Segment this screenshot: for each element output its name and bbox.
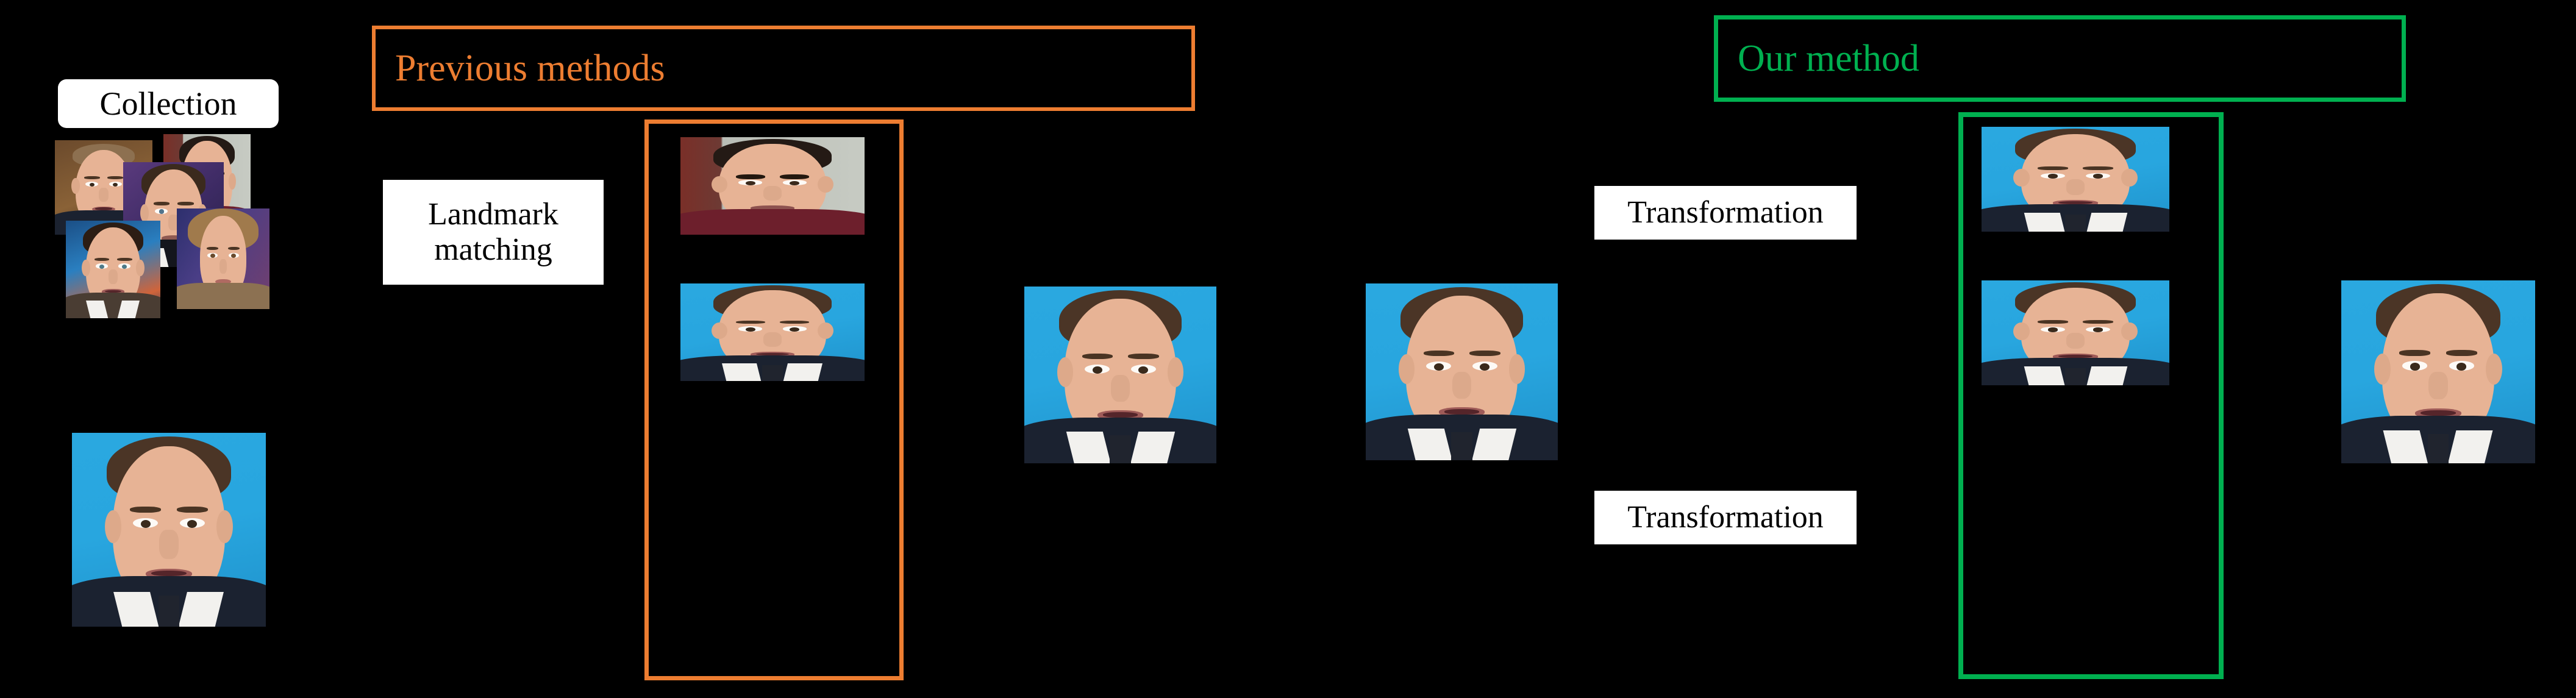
figure-canvas: Collection Previous methods Landmark mat…: [0, 0, 2576, 698]
transformation-label-bottom: Transformation: [1594, 491, 1857, 544]
landmark-matching-line-1: Landmark: [428, 196, 558, 232]
previous-methods-face-group: [644, 119, 904, 680]
transformation-label-top: Transformation: [1594, 186, 1857, 240]
our-method-banner: Our method: [1714, 15, 2406, 102]
collection-label: Collection: [58, 79, 279, 128]
our-method-face-group: [1958, 112, 2224, 679]
landmark-matching-label: Landmark matching: [383, 180, 604, 285]
our-result-face: [2341, 280, 2535, 463]
collection-collage: [55, 134, 287, 347]
landmark-matching-line-2: matching: [434, 232, 552, 267]
our-transformed-face-top: [1982, 127, 2169, 232]
source-face: [72, 433, 266, 627]
collage-face-news-anchor: [66, 221, 160, 318]
previous-source-face: [680, 283, 865, 381]
previous-methods-title: Previous methods: [395, 47, 665, 89]
our-method-title: Our method: [1738, 37, 1919, 79]
our-input-face: [1366, 283, 1558, 460]
our-transformed-face-bottom: [1982, 280, 2169, 385]
previous-methods-banner: Previous methods: [372, 26, 1195, 111]
previous-result-face: [1024, 287, 1216, 463]
collage-face-blonde-woman: [177, 208, 269, 309]
previous-driving-face: [680, 137, 865, 235]
